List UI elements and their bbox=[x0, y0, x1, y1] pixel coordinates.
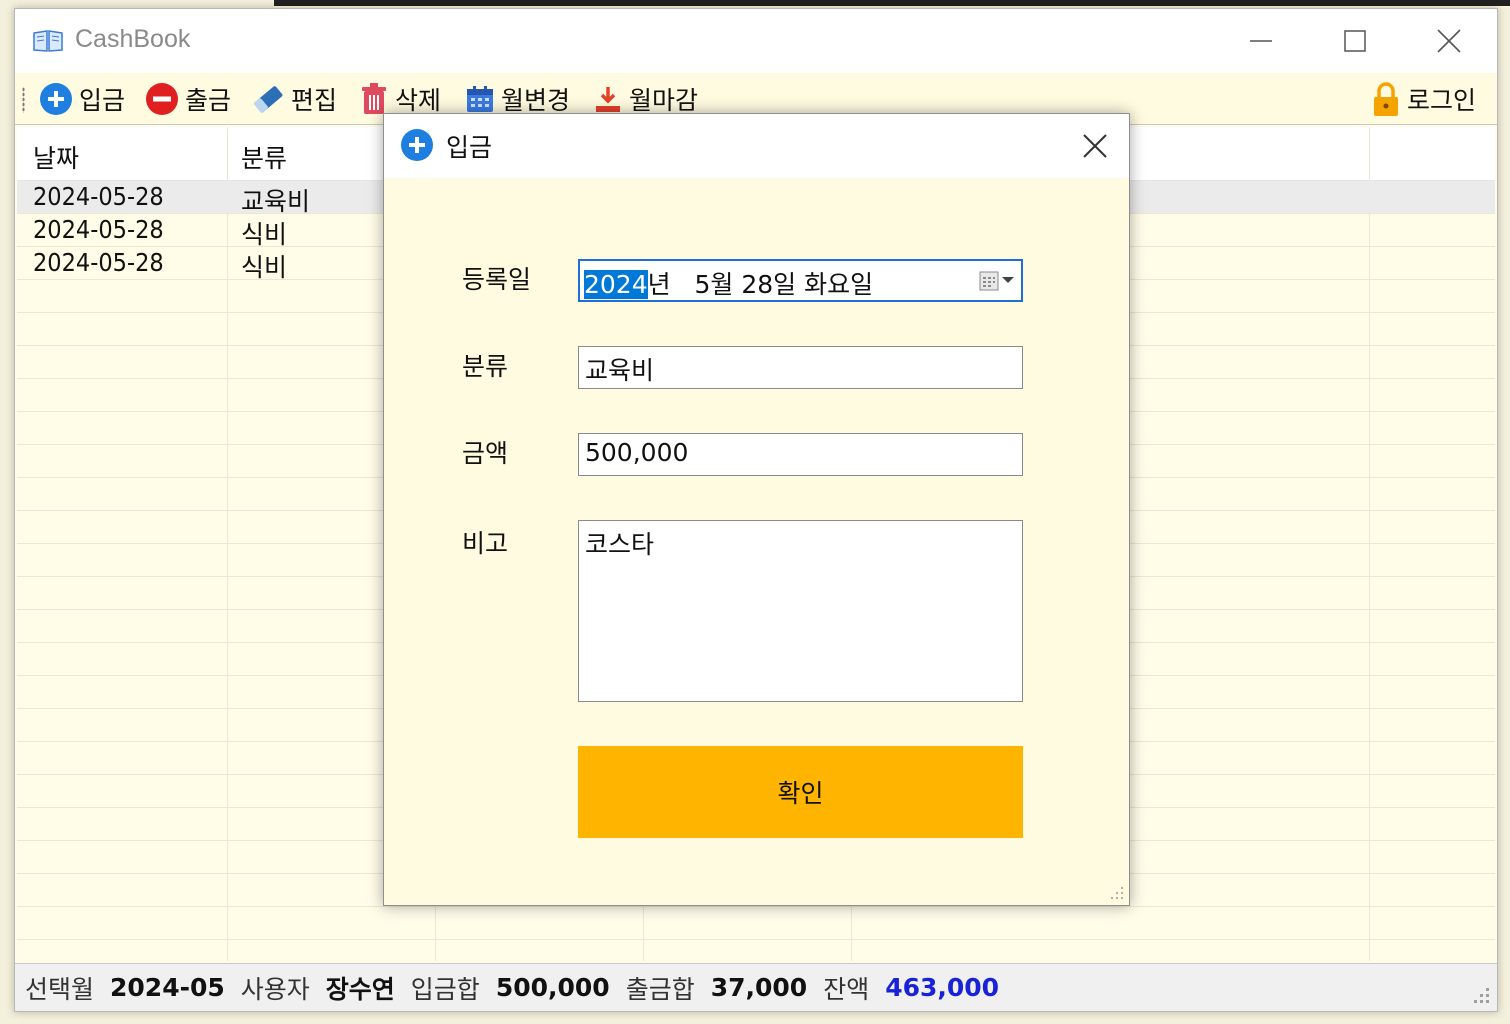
lock-icon bbox=[1374, 82, 1398, 116]
expense-value: 37,000 bbox=[710, 973, 808, 1002]
income-value: 500,000 bbox=[495, 973, 610, 1002]
dialog-close-button[interactable] bbox=[1071, 124, 1119, 168]
deposit-button[interactable]: 입금 bbox=[39, 79, 125, 119]
edit-label: 편집 bbox=[291, 86, 338, 115]
month-value: 2024-05 bbox=[110, 973, 225, 1002]
dialog-title: 입금 bbox=[446, 133, 493, 162]
close-icon bbox=[1083, 134, 1107, 158]
maximize-button[interactable] bbox=[1309, 9, 1401, 73]
income-label: 입금합 bbox=[410, 974, 480, 1004]
window-title: CashBook bbox=[75, 25, 191, 53]
withdraw-label: 출금 bbox=[185, 86, 232, 115]
dialog-title-bar[interactable]: 입금 bbox=[384, 114, 1129, 178]
background-window-edge bbox=[274, 0, 1510, 8]
amount-label: 금액 bbox=[462, 439, 509, 468]
login-label: 로그인 bbox=[1407, 86, 1477, 115]
column-header-category[interactable]: 분류 bbox=[241, 139, 287, 175]
confirm-label: 확인 bbox=[777, 779, 824, 808]
cell-category: 식비 bbox=[241, 253, 288, 282]
eraser-icon bbox=[254, 86, 283, 113]
minimize-icon bbox=[1250, 40, 1272, 42]
memo-textarea[interactable]: 코스타 bbox=[578, 520, 1023, 702]
change-month-label: 월변경 bbox=[501, 86, 571, 115]
trash-icon bbox=[362, 83, 386, 114]
deposit-dialog: 입금 등록일 2024년 5월 28일 화요일 분류 교육비 금액 500,00… bbox=[383, 113, 1130, 906]
status-bar: 선택월 2024-05 사용자 장수연 입금합 500,000 출금합 37,0… bbox=[15, 963, 1497, 1011]
cell-date: 2024-05-28 bbox=[33, 248, 164, 277]
cell-category: 식비 bbox=[241, 220, 288, 249]
cell-date: 2024-05-28 bbox=[33, 182, 164, 211]
calendar-icon bbox=[467, 86, 493, 112]
withdraw-button[interactable]: 출금 bbox=[145, 79, 231, 119]
close-button[interactable] bbox=[1403, 9, 1495, 73]
minus-circle-icon bbox=[146, 83, 178, 115]
date-label: 등록일 bbox=[462, 265, 532, 294]
amount-input[interactable]: 500,000 bbox=[578, 433, 1023, 476]
plus-circle-icon bbox=[40, 83, 72, 115]
confirm-button[interactable]: 확인 bbox=[578, 746, 1023, 838]
user-value: 장수연 bbox=[325, 974, 395, 1004]
chevron-down-icon bbox=[1002, 277, 1014, 283]
category-input[interactable]: 교육비 bbox=[578, 346, 1023, 389]
month-label: 선택월 bbox=[25, 974, 95, 1004]
maximize-icon bbox=[1344, 30, 1366, 52]
title-bar[interactable]: CashBook bbox=[15, 9, 1497, 73]
close-icon bbox=[1437, 29, 1461, 53]
login-button[interactable]: 로그인 bbox=[1371, 79, 1476, 119]
date-picker[interactable]: 2024년 5월 28일 화요일 bbox=[578, 259, 1023, 302]
download-icon bbox=[596, 87, 620, 112]
book-icon bbox=[33, 30, 63, 52]
date-year-segment[interactable]: 2024 bbox=[584, 270, 648, 299]
balance-label: 잔액 bbox=[823, 974, 870, 1004]
memo-label: 비고 bbox=[462, 529, 509, 558]
cell-date: 2024-05-28 bbox=[33, 215, 164, 244]
calendar-icon bbox=[979, 271, 999, 291]
toolbar-grip[interactable] bbox=[22, 87, 25, 113]
cell-category: 교육비 bbox=[241, 187, 311, 216]
resize-grip-icon[interactable] bbox=[1107, 883, 1125, 901]
category-label: 분류 bbox=[462, 352, 509, 381]
date-dropdown-button[interactable] bbox=[979, 269, 1015, 291]
empty-row bbox=[17, 907, 1495, 940]
edit-button[interactable]: 편집 bbox=[251, 79, 337, 119]
user-label: 사용자 bbox=[240, 974, 310, 1004]
resize-grip-icon[interactable] bbox=[1469, 983, 1491, 1005]
balance-value: 463,000 bbox=[885, 973, 1000, 1002]
expense-label: 출금합 bbox=[625, 974, 695, 1004]
deposit-label: 입금 bbox=[79, 86, 126, 115]
date-rest-segment[interactable]: 년 5월 28일 화요일 bbox=[648, 270, 873, 299]
delete-label: 삭제 bbox=[395, 86, 442, 115]
minimize-button[interactable] bbox=[1215, 9, 1307, 73]
column-header-date[interactable]: 날짜 bbox=[33, 139, 79, 175]
plus-circle-icon bbox=[401, 129, 433, 161]
close-month-label: 월마감 bbox=[629, 86, 699, 115]
